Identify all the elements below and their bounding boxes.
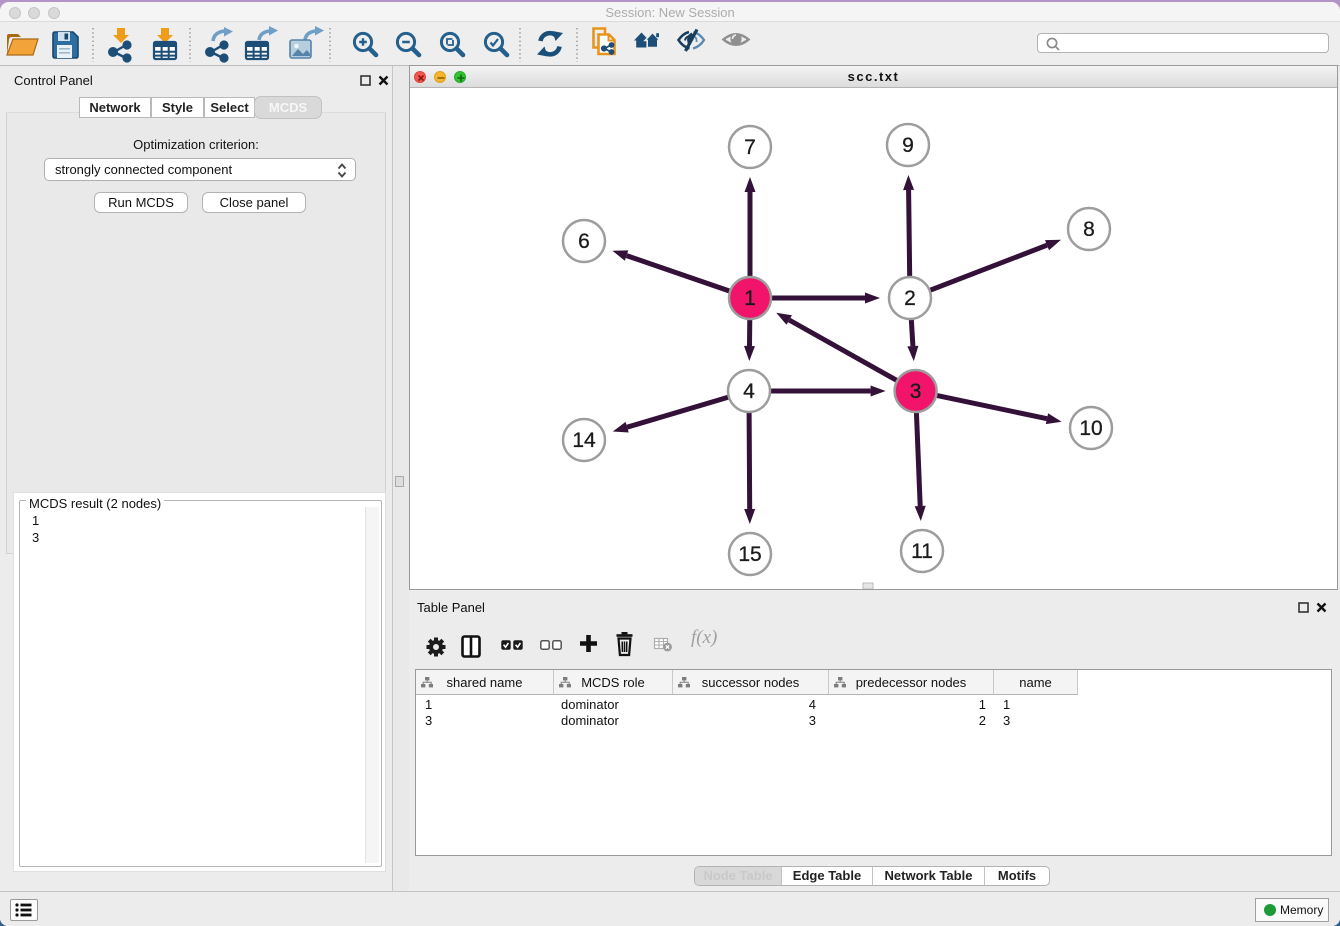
svg-text:6: 6 <box>578 230 590 253</box>
svg-text:f(x): f(x) <box>691 627 717 648</box>
svg-text:2: 2 <box>904 287 916 310</box>
svg-text:11: 11 <box>911 540 933 563</box>
svg-text:1: 1 <box>744 287 756 310</box>
svg-text:3: 3 <box>910 380 922 403</box>
svg-text:14: 14 <box>572 429 596 452</box>
svg-text:7: 7 <box>744 136 756 159</box>
svg-text:8: 8 <box>1083 218 1095 241</box>
svg-text:10: 10 <box>1079 417 1102 440</box>
svg-text:9: 9 <box>902 134 914 157</box>
svg-text:4: 4 <box>743 380 755 403</box>
svg-text:15: 15 <box>738 543 761 566</box>
